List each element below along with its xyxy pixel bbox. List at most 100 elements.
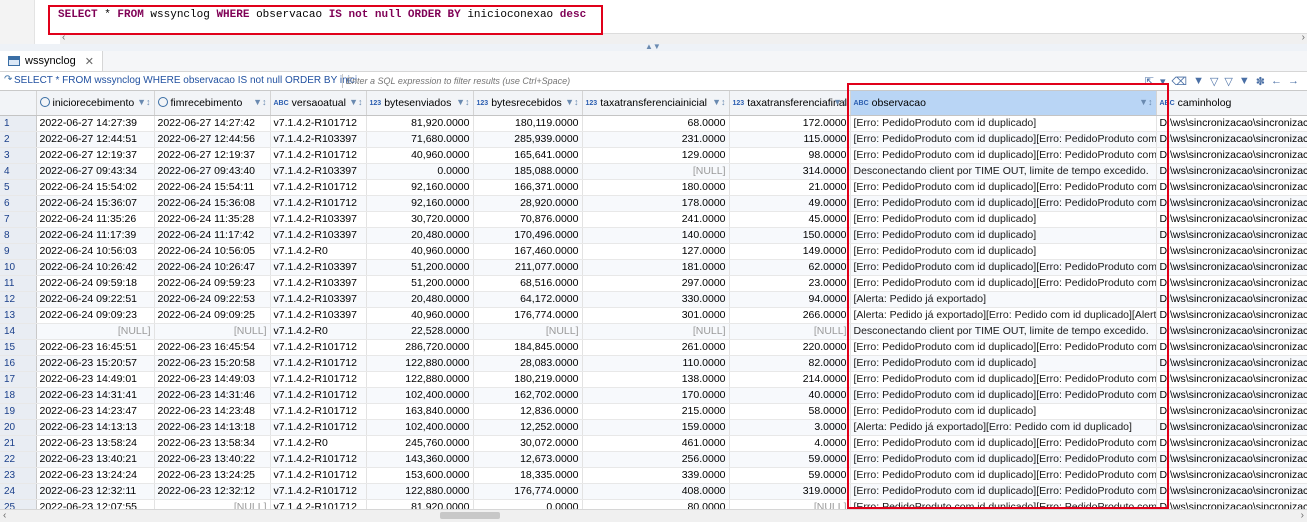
table-cell[interactable]: 215.0000 <box>582 403 730 420</box>
sort-filter-icon[interactable]: ▼↕ <box>833 97 846 107</box>
table-cell[interactable]: 20,480.0000 <box>366 227 474 244</box>
sort-filter-icon[interactable]: ▼↕ <box>456 97 469 107</box>
row-number[interactable]: 12 <box>0 291 37 308</box>
row-number[interactable]: 24 <box>0 483 37 500</box>
table-cell[interactable]: v7.1.4.2-R101712 <box>270 483 367 500</box>
table-cell[interactable]: D:\ws\sincronizacao\sincronizacao <box>1156 403 1307 420</box>
table-cell[interactable]: D:\ws\sincronizacao\sincronizacao <box>1156 291 1307 308</box>
table-cell[interactable]: 2022-06-23 12:32:12 <box>154 483 271 500</box>
erase-icon[interactable]: ⌫ <box>1172 75 1188 88</box>
table-cell[interactable]: 231.0000 <box>582 131 730 148</box>
table-cell[interactable]: 68.0000 <box>582 115 730 132</box>
table-cell[interactable]: 2022-06-24 09:09:23 <box>36 307 155 324</box>
table-cell[interactable]: 45.0000 <box>729 211 851 228</box>
table-cell[interactable]: 28,083.0000 <box>473 355 583 372</box>
table-cell[interactable]: 297.0000 <box>582 275 730 292</box>
table-cell[interactable]: 2022-06-24 15:36:07 <box>36 195 155 212</box>
table-cell[interactable]: v7.1.4.2-R101712 <box>270 115 367 132</box>
row-number[interactable]: 14 <box>0 323 37 340</box>
filter-clear-icon[interactable]: ▽ <box>1210 75 1218 88</box>
row-number[interactable]: 15 <box>0 339 37 356</box>
table-cell[interactable]: 40,960.0000 <box>366 307 474 324</box>
table-cell[interactable]: 180,219.0000 <box>473 371 583 388</box>
table-cell[interactable]: D:\ws\sincronizacao\sincronizacao <box>1156 323 1307 340</box>
table-cell[interactable]: 165,641.0000 <box>473 147 583 164</box>
table-cell[interactable]: [NULL] <box>154 499 271 509</box>
table-cell[interactable]: v7.1.4.2-R101712 <box>270 371 367 388</box>
table-cell[interactable]: 153,600.0000 <box>366 467 474 484</box>
table-cell[interactable]: 2022-06-23 13:58:34 <box>154 435 271 452</box>
table-cell[interactable]: 2022-06-23 16:45:51 <box>36 339 155 356</box>
table-cell[interactable]: 172.0000 <box>729 115 851 132</box>
panel-splitter[interactable]: ▲▼ <box>0 42 1307 51</box>
table-cell[interactable]: 122,880.0000 <box>366 371 474 388</box>
table-cell[interactable]: 81,920.0000 <box>366 115 474 132</box>
table-cell[interactable]: 180,119.0000 <box>473 115 583 132</box>
table-cell[interactable]: 2022-06-24 10:56:05 <box>154 243 271 260</box>
table-cell[interactable]: 2022-06-23 14:23:47 <box>36 403 155 420</box>
table-cell[interactable]: 2022-06-23 14:49:03 <box>154 371 271 388</box>
column-header[interactable]: 123 bytesenviados ▼↕ <box>366 91 474 116</box>
table-cell[interactable]: D:\ws\sincronizacao\sincronizacao <box>1156 147 1307 164</box>
table-cell[interactable]: 2022-06-23 14:13:13 <box>36 419 155 436</box>
row-number[interactable]: 6 <box>0 195 37 212</box>
table-cell[interactable]: 285,939.0000 <box>473 131 583 148</box>
table-cell[interactable]: 2022-06-24 11:35:28 <box>154 211 271 228</box>
table-cell[interactable]: D:\ws\sincronizacao\sincronizacao <box>1156 131 1307 148</box>
row-number[interactable]: 21 <box>0 435 37 452</box>
table-cell[interactable]: 51,200.0000 <box>366 259 474 276</box>
table-cell[interactable]: 98.0000 <box>729 147 851 164</box>
table-cell[interactable]: D:\ws\sincronizacao\sincronizacao <box>1156 451 1307 468</box>
table-cell[interactable]: 22,528.0000 <box>366 323 474 340</box>
table-cell[interactable]: 82.0000 <box>729 355 851 372</box>
table-cell[interactable]: 2022-06-24 15:36:08 <box>154 195 271 212</box>
table-cell[interactable]: 2022-06-23 13:24:25 <box>154 467 271 484</box>
table-cell[interactable]: 2022-06-23 13:58:24 <box>36 435 155 452</box>
table-cell[interactable]: 159.0000 <box>582 419 730 436</box>
table-cell[interactable]: 330.0000 <box>582 291 730 308</box>
table-cell[interactable]: v7.1.4.2-R101712 <box>270 387 367 404</box>
table-cell[interactable]: 261.0000 <box>582 339 730 356</box>
table-cell[interactable]: 301.0000 <box>582 307 730 324</box>
table-cell[interactable]: 2022-06-27 12:19:37 <box>36 147 155 164</box>
grid-horizontal-scrollbar[interactable]: ‹ › <box>0 509 1307 522</box>
table-cell[interactable]: 2022-06-24 09:22:51 <box>36 291 155 308</box>
table-cell[interactable]: 2022-06-24 09:59:18 <box>36 275 155 292</box>
table-cell[interactable]: v7.1.4.2-R103397 <box>270 291 367 308</box>
scroll-thumb[interactable] <box>440 512 500 519</box>
table-cell[interactable]: 2022-06-24 11:35:26 <box>36 211 155 228</box>
table-cell[interactable]: 81,920.0000 <box>366 499 474 509</box>
table-cell[interactable]: D:\ws\sincronizacao\sincronizacao <box>1156 307 1307 324</box>
table-cell[interactable]: 2022-06-24 10:26:47 <box>154 259 271 276</box>
table-cell[interactable]: 2022-06-24 09:09:25 <box>154 307 271 324</box>
table-cell[interactable]: 184,845.0000 <box>473 339 583 356</box>
table-cell[interactable]: v7.1.4.2-R101712 <box>270 499 367 509</box>
table-cell[interactable]: v7.1.4.2-R103397 <box>270 259 367 276</box>
table-cell[interactable]: 2022-06-24 11:17:39 <box>36 227 155 244</box>
row-number[interactable]: 1 <box>0 115 37 132</box>
table-cell[interactable]: 2022-06-23 16:45:54 <box>154 339 271 356</box>
sort-filter-icon[interactable]: ▼↕ <box>349 97 362 107</box>
table-cell[interactable]: 176,774.0000 <box>473 307 583 324</box>
table-cell[interactable]: D:\ws\sincronizacao\sincronizacao <box>1156 259 1307 276</box>
sort-filter-icon[interactable]: ▼↕ <box>253 97 266 107</box>
row-number[interactable]: 18 <box>0 387 37 404</box>
row-number[interactable]: 23 <box>0 467 37 484</box>
table-cell[interactable]: 58.0000 <box>729 403 851 420</box>
table-cell[interactable]: 21.0000 <box>729 179 851 196</box>
table-cell[interactable]: v7.1.4.2-R101712 <box>270 419 367 436</box>
row-number[interactable]: 2 <box>0 131 37 148</box>
table-cell[interactable]: 181.0000 <box>582 259 730 276</box>
row-number[interactable]: 3 <box>0 147 37 164</box>
column-header[interactable]: 123 taxatransferenciafinal ▼↕ <box>729 91 851 116</box>
table-cell[interactable]: D:\ws\sincronizacao\sincronizacao <box>1156 195 1307 212</box>
splitter-grip-icon[interactable]: ▲▼ <box>645 42 661 51</box>
table-cell[interactable]: D:\ws\sincronizacao\sincronizacao <box>1156 211 1307 228</box>
table-cell[interactable]: 122,880.0000 <box>366 355 474 372</box>
table-cell[interactable]: 68,516.0000 <box>473 275 583 292</box>
filter-active-icon[interactable]: ▼ <box>1239 75 1250 87</box>
table-cell[interactable]: 286,720.0000 <box>366 339 474 356</box>
table-cell[interactable]: 2022-06-27 09:43:34 <box>36 163 155 180</box>
table-cell[interactable]: 0.0000 <box>366 163 474 180</box>
table-cell[interactable]: 70,876.0000 <box>473 211 583 228</box>
